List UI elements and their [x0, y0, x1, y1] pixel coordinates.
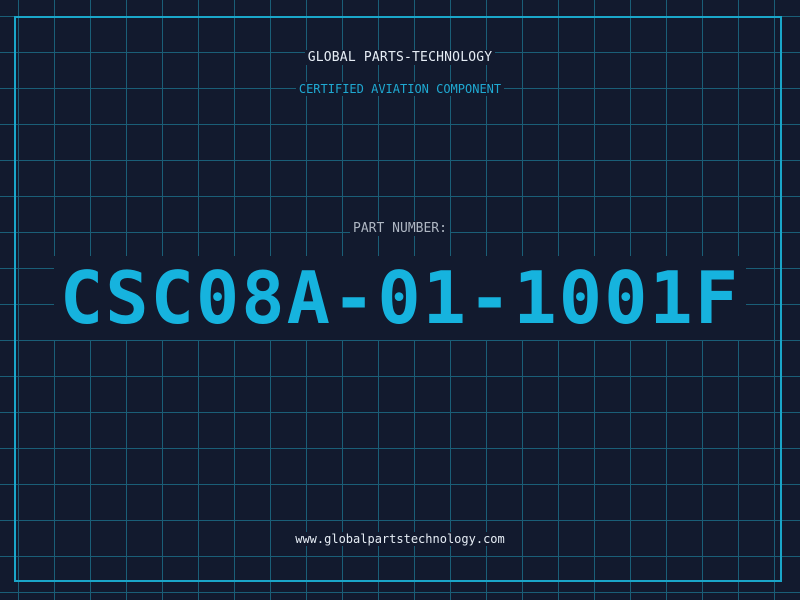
- website-url: www.globalpartstechnology.com: [0, 529, 800, 549]
- label-card: GLOBAL PARTS-TECHNOLOGY CERTIFIED AVIATI…: [0, 0, 800, 600]
- company-name: GLOBAL PARTS-TECHNOLOGY: [0, 48, 800, 68]
- tagline: CERTIFIED AVIATION COMPONENT: [0, 79, 800, 99]
- part-number-value: CSC08A-01-1001F: [0, 256, 800, 340]
- part-number-label: PART NUMBER:: [0, 219, 800, 239]
